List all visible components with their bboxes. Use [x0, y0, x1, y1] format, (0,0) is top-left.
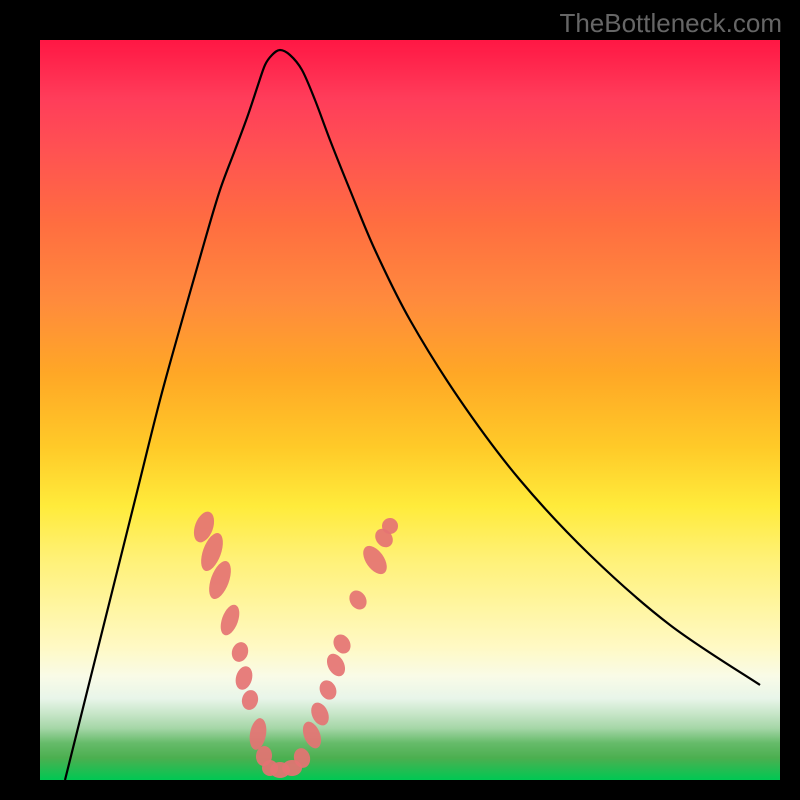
curve-marker [233, 664, 255, 691]
plot-area [40, 40, 780, 780]
curve-marker [247, 717, 268, 751]
watermark-text: TheBottleneck.com [559, 8, 782, 39]
curve-group [65, 50, 760, 780]
markers-group [190, 509, 401, 778]
bottleneck-curve-path [65, 50, 760, 780]
chart-svg [40, 40, 780, 780]
curve-marker [217, 602, 243, 638]
curve-marker [330, 631, 354, 656]
curve-marker [240, 688, 260, 711]
curve-marker [316, 678, 339, 703]
curve-marker [346, 587, 370, 612]
curve-marker [229, 640, 250, 664]
curve-marker [323, 651, 348, 680]
